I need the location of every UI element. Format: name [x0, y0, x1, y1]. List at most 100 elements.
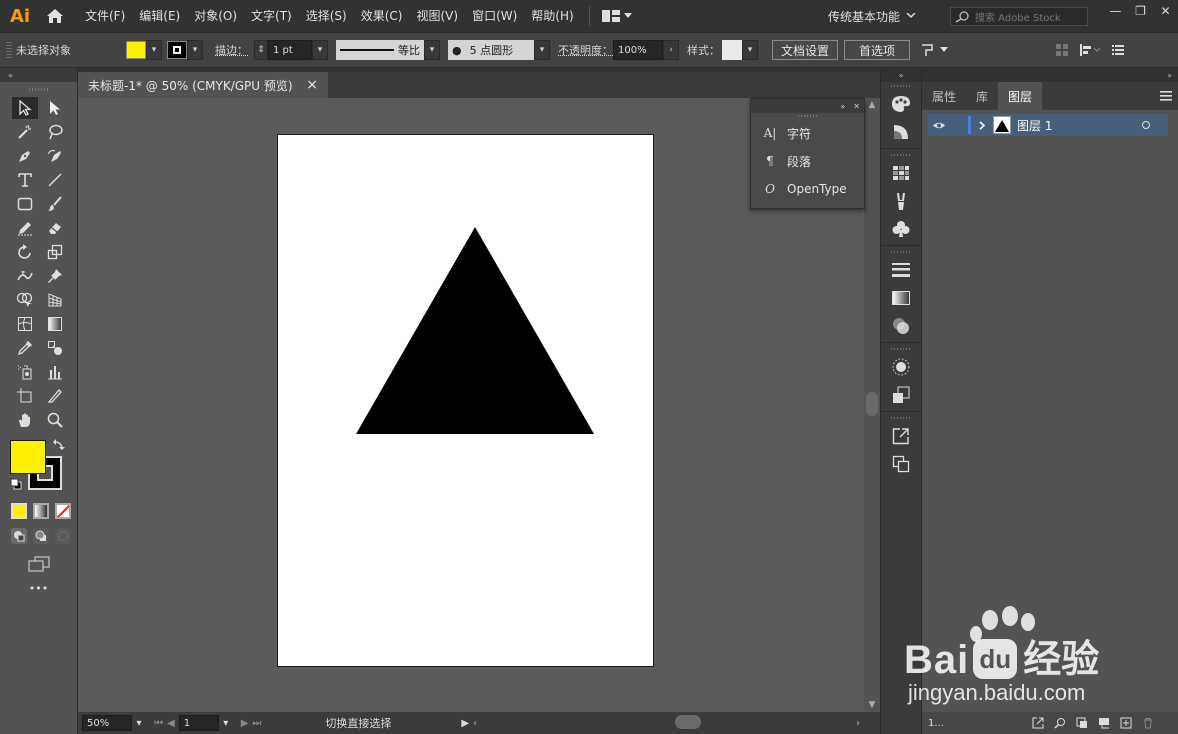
canvas[interactable]: [78, 98, 864, 712]
tab-properties[interactable]: 属性: [922, 82, 966, 110]
default-colors-icon[interactable]: [10, 478, 22, 490]
puppet-warp-tool[interactable]: [42, 265, 68, 287]
float-panel-header[interactable]: » ✕: [751, 99, 864, 113]
layer-target-icon[interactable]: [1142, 121, 1150, 129]
opacity-slider-button[interactable]: ›: [663, 40, 679, 60]
fill-dropdown[interactable]: ▾: [146, 40, 162, 60]
transparency-panel-button[interactable]: [881, 312, 921, 340]
triangle-shape[interactable]: [356, 227, 594, 434]
menu-view[interactable]: 视图(V): [409, 0, 465, 32]
search-icon[interactable]: [1054, 717, 1066, 729]
swap-fill-stroke-icon[interactable]: [52, 438, 68, 452]
grid-icon[interactable]: [1056, 44, 1069, 56]
gradient-mode-button[interactable]: [33, 503, 49, 519]
eraser-tool[interactable]: [42, 217, 68, 239]
shape-builder-tool[interactable]: [12, 289, 38, 311]
artboard[interactable]: [277, 134, 654, 667]
brush-field[interactable]: ● 5 点圆形: [448, 40, 534, 60]
visibility-toggle[interactable]: [928, 121, 950, 130]
direct-selection-tool[interactable]: [42, 97, 68, 119]
panel-character[interactable]: A| 字符: [751, 119, 864, 147]
restore-button[interactable]: ❐: [1128, 0, 1153, 22]
trash-icon[interactable]: [1142, 717, 1154, 729]
document-setup-button[interactable]: 文档设置: [772, 40, 839, 60]
puppet-warp-button[interactable]: [920, 43, 949, 57]
horizontal-scroll-thumb[interactable]: [675, 715, 701, 729]
vertical-scroll-thumb[interactable]: [866, 392, 878, 416]
expand-panels-icon[interactable]: »: [840, 102, 845, 111]
status-menu-arrow[interactable]: ▶: [461, 718, 469, 729]
artboard-tool[interactable]: [12, 385, 38, 407]
lasso-tool[interactable]: [42, 121, 68, 143]
menu-type[interactable]: 文字(T): [244, 0, 299, 32]
panel-paragraph[interactable]: ¶ 段落: [751, 147, 864, 175]
none-mode-button[interactable]: [55, 503, 71, 519]
perspective-grid-tool[interactable]: [42, 289, 68, 311]
line-segment-tool[interactable]: [42, 169, 68, 191]
selection-tool[interactable]: [12, 97, 38, 119]
artboards-panel-button[interactable]: [881, 450, 921, 478]
new-sublayer-icon[interactable]: [1098, 717, 1110, 729]
eyedropper-tool[interactable]: [12, 337, 38, 359]
stroke-weight-dropdown[interactable]: ▾: [312, 40, 328, 60]
scale-tool[interactable]: [42, 241, 68, 263]
type-tool[interactable]: [12, 169, 38, 191]
close-panel-icon[interactable]: ✕: [853, 102, 860, 111]
brushes-button[interactable]: [881, 187, 921, 215]
menu-object[interactable]: 对象(O): [187, 0, 244, 32]
menu-select[interactable]: 选择(S): [299, 0, 354, 32]
minimize-button[interactable]: —: [1103, 0, 1128, 22]
tab-layers[interactable]: 图层: [998, 82, 1043, 110]
layer-name[interactable]: 图层 1: [1017, 117, 1142, 134]
home-icon[interactable]: [40, 0, 70, 32]
paintbrush-tool[interactable]: [42, 193, 68, 215]
panel-opentype[interactable]: O OpenType: [751, 175, 864, 203]
layers-collapse-button[interactable]: »: [922, 68, 1178, 82]
graphic-styles-button[interactable]: [881, 381, 921, 409]
shaper-tool[interactable]: [12, 217, 38, 239]
stroke-color-swatch[interactable]: [167, 41, 187, 59]
stroke-weight-stepper[interactable]: ⇕: [254, 40, 268, 60]
close-button[interactable]: ✕: [1153, 0, 1178, 22]
opacity-label[interactable]: 不透明度：: [558, 42, 613, 58]
color-guide-button[interactable]: [881, 118, 921, 146]
zoom-dropdown[interactable]: ▾: [132, 718, 146, 729]
gradient-panel-button[interactable]: [881, 284, 921, 312]
scroll-up-arrow[interactable]: ▲: [864, 100, 880, 110]
stroke-panel-button[interactable]: [881, 256, 921, 284]
column-graph-tool[interactable]: [42, 361, 68, 383]
gradient-tool[interactable]: [42, 313, 68, 335]
magic-wand-tool[interactable]: [12, 121, 38, 143]
dock-collapse-button[interactable]: »: [881, 68, 921, 82]
align-icon[interactable]: [1080, 44, 1101, 56]
width-tool[interactable]: [12, 265, 38, 287]
edit-toolbar-button[interactable]: •••: [0, 582, 77, 595]
control-bar-grip[interactable]: [6, 42, 12, 58]
appearance-panel-button[interactable]: [881, 353, 921, 381]
artboard-number-field[interactable]: 1: [178, 715, 219, 731]
fill-box[interactable]: [10, 440, 46, 474]
hscroll-left-arrow[interactable]: ‹: [473, 718, 477, 729]
artboard-dropdown[interactable]: ▾: [219, 718, 233, 729]
swatches-button[interactable]: [881, 159, 921, 187]
expand-layer-toggle[interactable]: [971, 120, 993, 130]
document-tab[interactable]: 未标题-1* @ 50% (CMYK/GPU 预览) ×: [78, 72, 328, 98]
curvature-tool[interactable]: [42, 145, 68, 167]
vertical-scrollbar[interactable]: ▲ ▼: [864, 98, 880, 712]
stroke-weight-field[interactable]: 1 pt: [268, 40, 312, 60]
menu-effect[interactable]: 效果(C): [354, 0, 410, 32]
fill-color-swatch[interactable]: [126, 41, 146, 59]
slice-tool[interactable]: [42, 385, 68, 407]
rectangle-tool[interactable]: [12, 193, 38, 215]
menu-edit[interactable]: 编辑(E): [132, 0, 187, 32]
layer-row[interactable]: 图层 1: [928, 114, 1168, 136]
graphic-style-dropdown[interactable]: ▾: [742, 40, 758, 60]
hscroll-right-arrow[interactable]: ›: [856, 718, 860, 729]
change-screen-mode-button[interactable]: [0, 552, 77, 576]
stock-search-input[interactable]: 搜索 Adobe Stock: [950, 7, 1088, 26]
tools-grip[interactable]: [0, 82, 77, 96]
artboard-nav-prev[interactable]: ⏮◀: [154, 718, 179, 729]
document-tab-close[interactable]: ×: [306, 77, 318, 93]
menu-help[interactable]: 帮助(H): [524, 0, 580, 32]
color-mode-button[interactable]: [11, 503, 27, 519]
